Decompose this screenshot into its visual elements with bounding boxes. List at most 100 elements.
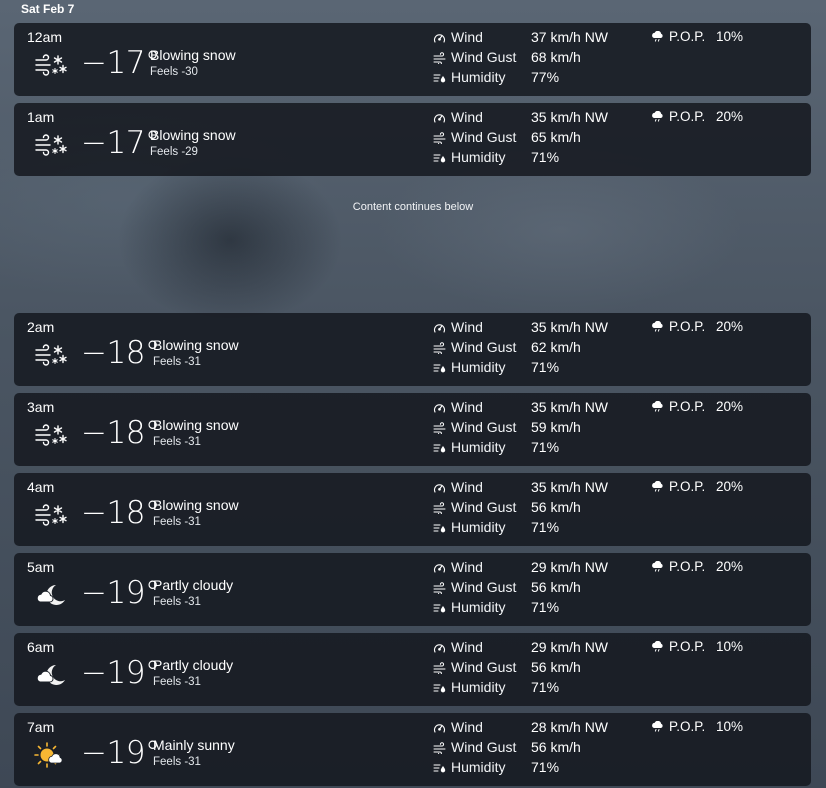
pop-value: 20%: [716, 559, 744, 574]
pop-label: P.O.P.: [651, 29, 705, 44]
wind-label: Wind: [433, 719, 483, 735]
condition-text: Blowing snow: [153, 417, 239, 433]
blowing-snow-icon: [34, 422, 68, 448]
wind-label-text: Wind: [451, 319, 483, 335]
condition-text: Blowing snow: [153, 337, 239, 353]
temperature: −19°: [81, 575, 160, 611]
hour-label: 2am: [27, 319, 55, 335]
feels-like: Feels -30: [150, 66, 198, 78]
pop-value: 20%: [716, 319, 744, 334]
pop-label: P.O.P.: [651, 639, 705, 654]
pop-label: P.O.P.: [651, 719, 705, 734]
pop-value: 20%: [716, 399, 744, 414]
rain-cloud-icon: [651, 479, 669, 494]
wind-gust-icon: [433, 129, 451, 146]
wind-gust-icon: [433, 419, 451, 436]
wind-value: 29 km/h NW: [531, 559, 609, 575]
wind-gauge-icon: [433, 399, 451, 415]
wind-gust-icon: [433, 579, 451, 596]
temperature: −18°: [81, 495, 160, 531]
wind-gust-icon: [433, 49, 451, 66]
humidity-value: 71%: [531, 149, 560, 165]
wind-label-text: Wind: [451, 109, 483, 125]
hour-label: 3am: [27, 399, 55, 415]
wind-value: 35 km/h NW: [531, 109, 609, 125]
pop-label-text: P.O.P.: [669, 479, 706, 494]
hourly-forecast-list: 12am −17° Blowing snow Feels -30 Wind 37 km/h…: [0, 0, 826, 788]
pop-value: 20%: [716, 479, 744, 494]
wind-gust-value: 68 km/h: [531, 49, 581, 65]
hourly-forecast-row: 5am −19° Partly cloudy Feels -31 Wind 29 km/h…: [14, 553, 811, 626]
partly-cloudy-night-icon: [34, 662, 68, 688]
temperature: −17°: [81, 125, 160, 161]
pop-label: P.O.P.: [651, 399, 705, 414]
wind-label: Wind: [433, 559, 483, 575]
temperature: −17°: [81, 45, 160, 81]
wind-gust-label-text: Wind Gust: [451, 499, 517, 515]
hourly-forecast-row: 12am −17° Blowing snow Feels -30 Wind 37 km/h…: [14, 23, 811, 96]
humidity-label: Humidity: [433, 359, 505, 375]
wind-label-text: Wind: [451, 719, 483, 735]
humidity-icon: [433, 149, 451, 165]
pop-label: P.O.P.: [651, 319, 705, 334]
wind-gust-value: 56 km/h: [531, 659, 581, 675]
wind-gust-label-text: Wind Gust: [451, 659, 517, 675]
wind-label: Wind: [433, 29, 483, 45]
wind-gust-value: 65 km/h: [531, 129, 581, 145]
condition-text: Partly cloudy: [153, 657, 234, 673]
hour-label: 7am: [27, 719, 55, 735]
humidity-label-text: Humidity: [451, 679, 506, 695]
wind-label-text: Wind: [451, 399, 483, 415]
feels-like: Feels -31: [153, 356, 201, 368]
humidity-label-text: Humidity: [451, 519, 506, 535]
feels-like: Feels -31: [153, 756, 201, 768]
humidity-label-text: Humidity: [451, 69, 506, 85]
blowing-snow-icon: [34, 502, 68, 528]
wind-gust-value: 56 km/h: [531, 579, 581, 595]
wind-gust-label: Wind Gust: [433, 659, 517, 676]
rain-cloud-icon: [651, 399, 669, 414]
blowing-snow-icon: [34, 342, 68, 368]
wind-gauge-icon: [433, 109, 451, 125]
wind-value: 35 km/h NW: [531, 479, 609, 495]
wind-gust-label: Wind Gust: [433, 739, 516, 756]
wind-gust-value: 56 km/h: [531, 499, 581, 515]
hour-label: 4am: [27, 479, 55, 495]
pop-label-text: P.O.P.: [669, 639, 706, 654]
wind-gust-label-text: Wind Gust: [451, 49, 517, 65]
humidity-label-text: Humidity: [451, 359, 506, 375]
wind-gust-label: Wind Gust: [433, 499, 517, 516]
hourly-forecast-row: 2am −18° Blowing snow Feels -31 Wind 35 km/h …: [14, 313, 811, 386]
wind-label: Wind: [433, 319, 483, 335]
condition-text: Mainly sunny: [153, 737, 235, 753]
wind-label-text: Wind: [451, 559, 483, 575]
pop-label-text: P.O.P.: [669, 559, 706, 574]
wind-gust-label-text: Wind Gust: [451, 579, 517, 595]
pop-label-text: P.O.P.: [669, 109, 706, 124]
wind-gust-label: Wind Gust: [433, 339, 517, 356]
temperature: −18°: [81, 335, 160, 371]
wind-label-text: Wind: [451, 639, 483, 655]
rain-cloud-icon: [651, 29, 669, 44]
pop-label: P.O.P.: [651, 479, 705, 494]
hourly-forecast-row: 7am −19° Mainly sunny Feels -31 Wind 28 km/h …: [14, 713, 811, 786]
temperature: −18°: [81, 415, 160, 451]
feels-like: Feels -31: [153, 596, 201, 608]
pop-label-text: P.O.P.: [669, 319, 706, 334]
wind-gauge-icon: [433, 29, 451, 45]
hourly-forecast-row: 1am −17° Blowing snow Feels -29 Wind 35 km/h …: [14, 103, 811, 176]
pop-label-text: P.O.P.: [669, 719, 706, 734]
hour-label: 1am: [27, 109, 55, 125]
wind-gust-label-text: Wind Gust: [451, 339, 517, 355]
wind-gust-icon: [433, 659, 451, 676]
condition-text: Blowing snow: [153, 497, 239, 513]
wind-gust-value: 56 km/h: [531, 739, 581, 755]
wind-value: 35 km/h NW: [531, 319, 609, 335]
humidity-label: Humidity: [433, 759, 505, 775]
humidity-label-text: Humidity: [451, 149, 506, 165]
hourly-forecast-row: 3am −18° Blowing snow Feels -31 Wind 35 km/h …: [14, 393, 811, 466]
wind-label-text: Wind: [451, 29, 483, 45]
humidity-label-text: Humidity: [451, 599, 506, 615]
condition-text: Partly cloudy: [153, 577, 234, 593]
feels-like: Feels -31: [153, 516, 201, 528]
